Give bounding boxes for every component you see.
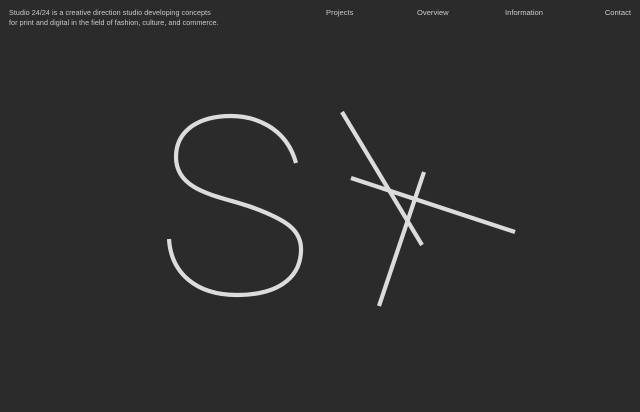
hero-logo: [0, 0, 640, 412]
s-cross-monogram-icon: [166, 110, 516, 307]
cross-stroke-2: [350, 176, 516, 234]
letter-s-stroke: [166, 113, 304, 298]
